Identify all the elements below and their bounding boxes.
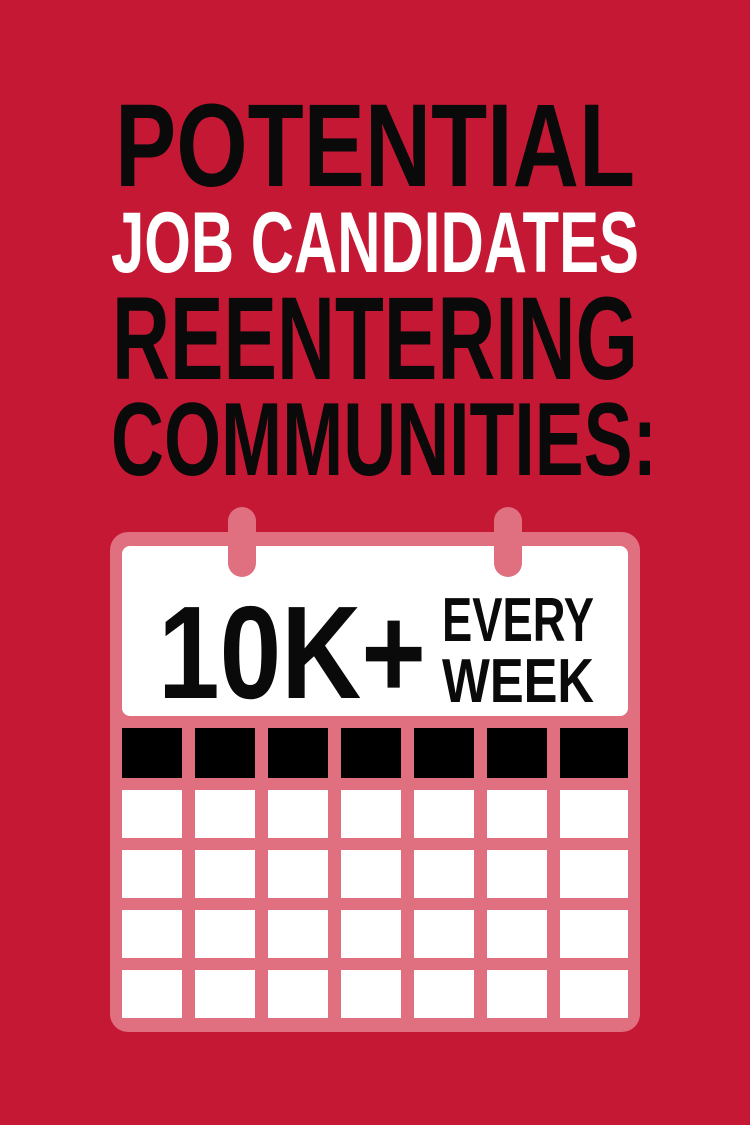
calendar-day-cell: [195, 790, 255, 838]
calendar-day-cell: [414, 850, 474, 898]
calendar-header-cell: [122, 728, 182, 778]
calendar-day-cell: [268, 790, 328, 838]
calendar-header-cell: [560, 728, 628, 778]
calendar-day-cell: [122, 850, 182, 898]
calendar-day-cell: [122, 790, 182, 838]
calendar-day-cell: [560, 850, 628, 898]
calendar-header-cell: [487, 728, 547, 778]
calendar-ring-icon: [228, 507, 256, 577]
calendar-day-cell: [122, 970, 182, 1018]
calendar-label-week: WEEK: [442, 647, 594, 716]
calendar-ring-icon: [494, 507, 522, 577]
calendar-day-cell: [560, 970, 628, 1018]
calendar-day-cell: [195, 850, 255, 898]
calendar-day-cell: [195, 910, 255, 958]
calendar-header-cell: [195, 728, 255, 778]
calendar-day-cell: [341, 850, 401, 898]
calendar-icon: 10K+ EVERY WEEK: [110, 507, 640, 1032]
calendar-label-every: EVERY: [442, 586, 594, 655]
calendar-day-cell: [341, 910, 401, 958]
calendar-day-cell: [414, 910, 474, 958]
calendar-day-cell: [195, 970, 255, 1018]
calendar-day-cell: [268, 970, 328, 1018]
calendar-day-cell: [414, 790, 474, 838]
calendar-day-cell: [414, 970, 474, 1018]
calendar-day-cell: [487, 790, 547, 838]
calendar-header-cell: [268, 728, 328, 778]
calendar-day-cell: [487, 850, 547, 898]
calendar-day-cell: [268, 850, 328, 898]
calendar-day-cell: [560, 910, 628, 958]
calendar-big-number: 10K+: [158, 579, 426, 726]
calendar-day-cell: [487, 970, 547, 1018]
calendar-day-cell: [122, 910, 182, 958]
calendar-header-cell: [414, 728, 474, 778]
calendar-day-cell: [341, 970, 401, 1018]
calendar-day-cell: [341, 790, 401, 838]
calendar-day-cell: [268, 910, 328, 958]
calendar-header-cell: [341, 728, 401, 778]
calendar-day-cell: [560, 790, 628, 838]
calendar-day-cell: [487, 910, 547, 958]
